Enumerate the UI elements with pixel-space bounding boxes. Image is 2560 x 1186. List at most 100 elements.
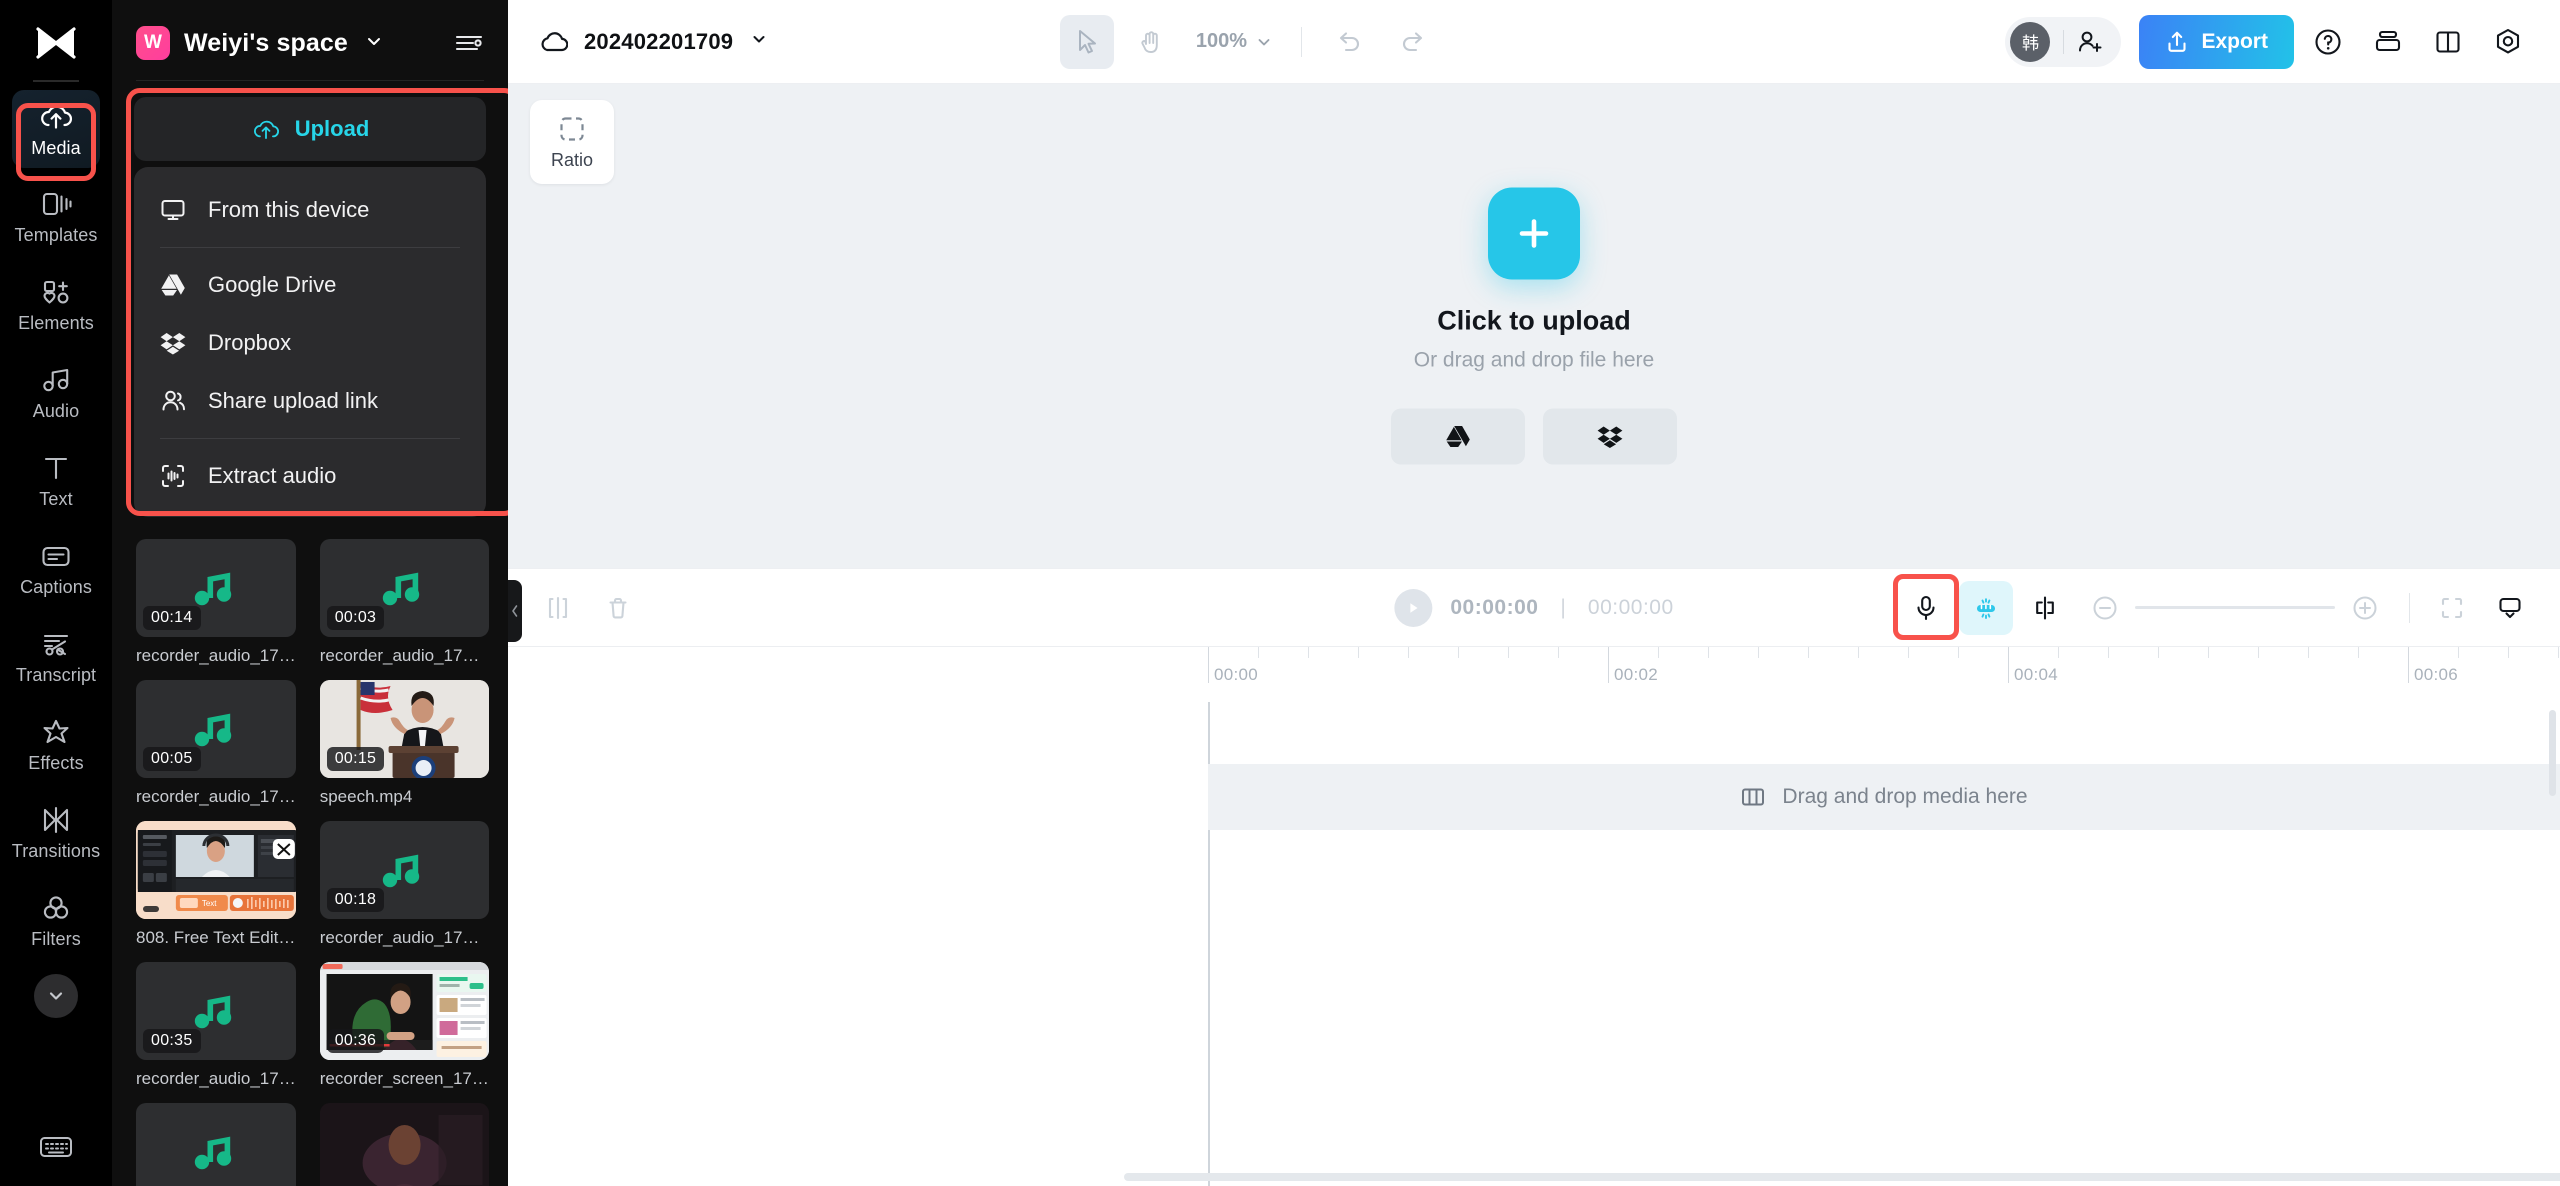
current-time[interactable]: 00:00:00 [1450, 596, 1538, 620]
menu-item-google-drive[interactable]: Google Drive [134, 256, 486, 314]
keyboard-shortcuts-button[interactable] [30, 1126, 82, 1168]
sidebar-item-templates[interactable]: Templates [12, 178, 100, 256]
project-name: 202402201709 [584, 28, 734, 54]
sidebar-item-effects[interactable]: Effects [12, 706, 100, 784]
redo-button[interactable] [1386, 15, 1440, 69]
settings-button[interactable] [2482, 16, 2534, 68]
avatar[interactable]: 韩 [2010, 21, 2051, 62]
preview-mode-button[interactable] [2484, 582, 2536, 634]
sidebar-item-transitions[interactable]: Transitions [12, 794, 100, 872]
zoom-level-selector[interactable]: 100% [1188, 30, 1281, 53]
question-circle-icon [2315, 28, 2341, 55]
media-filename: recorder_audio_17… [136, 1069, 296, 1088]
ruler-tick-label: 00:06 [2414, 665, 2459, 684]
ratio-button[interactable]: Ratio [530, 100, 614, 184]
delete-button[interactable] [592, 582, 644, 634]
extract-audio-icon [162, 465, 184, 487]
panel-collapse-handle[interactable] [508, 580, 522, 642]
sidebar-item-filters[interactable]: Filters [12, 882, 100, 960]
workspace-name[interactable]: Weiyi's space [184, 29, 348, 58]
ruler-tick-label: 00:04 [2014, 665, 2059, 684]
play-button[interactable] [1394, 588, 1433, 627]
workspace-caret-icon[interactable] [364, 31, 384, 56]
ai-tools-button[interactable] [1959, 580, 2013, 635]
media-item[interactable]: 00:18 recorder_audio_17… [319, 821, 489, 948]
capcut-logo-icon[interactable] [28, 22, 84, 64]
rail-item-list: Media Templates Elements Audio Text Capt… [0, 90, 112, 1018]
media-thumbnail[interactable]: 00:14 [136, 539, 296, 637]
media-thumbnail[interactable] [136, 1103, 296, 1186]
project-caret-icon[interactable] [749, 29, 769, 54]
media-item[interactable]: 00:03 recorder_audio_17… [319, 539, 489, 666]
sidebar-item-captions[interactable]: Captions [12, 530, 100, 608]
sidebar-item-label: Elements [18, 312, 94, 333]
media-thumbnail[interactable]: 00:36 [319, 962, 489, 1060]
undo-button[interactable] [1322, 15, 1376, 69]
media-item[interactable]: 00:36 recorder_screen_17… [319, 962, 489, 1089]
keyframe-button[interactable] [2019, 582, 2071, 634]
media-thumbnail[interactable]: 00:03 [319, 539, 489, 637]
menu-item-label: Dropbox [208, 330, 292, 355]
media-item[interactable]: Text 808. Free Text Edit… [136, 821, 296, 948]
preview-canvas: Ratio Click to upload Or drag and drop f… [508, 84, 2560, 568]
zoom-out-button[interactable] [2091, 594, 2119, 622]
google-drive-upload-button[interactable] [1391, 408, 1525, 465]
zoom-slider-track[interactable] [2135, 606, 2335, 609]
media-thumbnail[interactable]: 00:05 [136, 680, 296, 778]
menu-item-share-upload-link[interactable]: Share upload link [134, 372, 486, 430]
media-thumbnail[interactable]: 00:18 [319, 821, 489, 919]
plus-icon [1519, 219, 1549, 248]
add-media-button[interactable] [1488, 187, 1580, 280]
sidebar-item-audio[interactable]: Audio [12, 354, 100, 432]
sidebar-item-media[interactable]: Media [12, 90, 100, 168]
project-selector[interactable]: 202402201709 [538, 28, 769, 56]
transcript-icon [43, 634, 69, 656]
media-item[interactable]: 00:35 recorder_audio_17… [136, 962, 296, 1089]
panel-menu-button[interactable] [454, 31, 484, 55]
music-note-icon [194, 995, 232, 1029]
play-icon [1410, 602, 1418, 613]
sidebar-item-label: Transitions [11, 840, 101, 861]
menu-item-extract-audio[interactable]: Extract audio [134, 447, 486, 505]
media-item[interactable]: 00:15 speech.mp4 [319, 680, 489, 807]
split-clip-button[interactable] [532, 582, 584, 634]
split-view-button[interactable] [2422, 16, 2474, 68]
upload-button[interactable]: Upload [134, 97, 486, 161]
canvas-upload-dropzone[interactable]: Click to upload Or drag and drop file he… [1391, 187, 1677, 465]
share-up-icon [2168, 31, 2187, 52]
help-button[interactable] [2302, 16, 2354, 68]
hand-tool-button[interactable] [1124, 15, 1178, 69]
media-item[interactable] [319, 1103, 489, 1186]
sidebar-item-elements[interactable]: Elements [12, 266, 100, 344]
timeline-vertical-scrollbar[interactable] [2549, 710, 2556, 796]
timeline-toolbar: 00:00:00 | 00:00:00 [508, 568, 2560, 646]
fit-to-screen-button[interactable] [2426, 582, 2478, 634]
rail-more-button[interactable] [34, 974, 78, 1018]
media-thumbnail[interactable]: Text [136, 821, 296, 919]
timeline-horizontal-scrollbar[interactable] [1124, 1173, 2560, 1181]
sidebar-item-text[interactable]: Text [12, 442, 100, 520]
cursor-arrow-icon [1078, 29, 1096, 53]
keyboard-icon [40, 1137, 72, 1157]
media-library-grid: 00:14 recorder_audio_17… 00:03 recorder_… [112, 517, 508, 1186]
layers-button[interactable] [2362, 16, 2414, 68]
timeline-dropzone[interactable]: Drag and drop media here [1208, 764, 2560, 830]
timeline-ruler[interactable]: 00:00 00:02 00:04 00:06 00:08 [508, 646, 2560, 702]
music-note-icon [383, 572, 420, 606]
media-item[interactable] [136, 1103, 296, 1186]
media-item[interactable]: 00:05 recorder_audio_17… [136, 680, 296, 807]
menu-item-from-this-device[interactable]: From this device [134, 181, 486, 239]
menu-divider [160, 438, 460, 439]
export-button[interactable]: Export [2139, 14, 2294, 69]
dropbox-upload-button[interactable] [1543, 408, 1677, 465]
invite-button[interactable] [2077, 29, 2105, 55]
media-item[interactable]: 00:14 recorder_audio_17… [136, 539, 296, 666]
media-thumbnail[interactable]: 00:15 [319, 680, 489, 778]
media-thumbnail[interactable]: 00:35 [136, 962, 296, 1060]
media-thumbnail[interactable] [319, 1103, 489, 1186]
select-tool-button[interactable] [1059, 14, 1114, 69]
record-voiceover-button[interactable] [1893, 573, 1959, 640]
menu-item-dropbox[interactable]: Dropbox [134, 314, 486, 372]
sidebar-item-transcript[interactable]: Transcript [12, 618, 100, 696]
zoom-in-button[interactable] [2351, 594, 2379, 622]
